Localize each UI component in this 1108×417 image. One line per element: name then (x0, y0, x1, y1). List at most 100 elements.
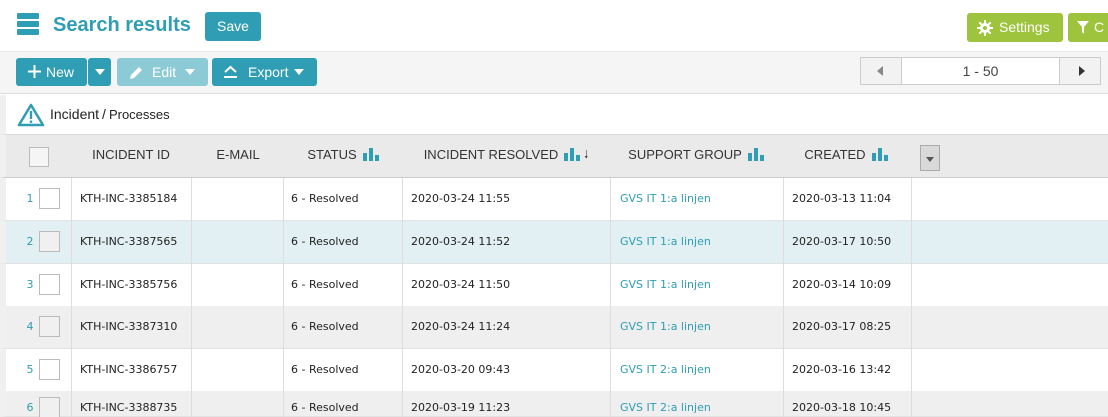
table-row[interactable]: 1 KTH-INC-3385184 6 - Resolved 2020-03-2… (0, 178, 1108, 221)
filter-button[interactable]: C (1068, 13, 1108, 42)
bar-chart-icon[interactable] (564, 148, 581, 162)
status-cell: 6 - Resolved (291, 278, 359, 291)
resolved-cell: 2020-03-24 11:50 (411, 278, 511, 291)
table-row[interactable]: 3 KTH-INC-3385756 6 - Resolved 2020-03-2… (0, 264, 1108, 307)
support-group-link[interactable]: GVS IT 1:a linjen (620, 264, 711, 306)
incident-id-cell[interactable]: KTH-INC-3388735 (80, 387, 177, 417)
next-page-button[interactable] (1059, 58, 1100, 84)
save-button[interactable]: Save (205, 12, 261, 41)
chevron-right-icon (1079, 66, 1085, 76)
column-header-created[interactable]: CREATED (782, 135, 910, 178)
status-cell: 6 - Resolved (291, 363, 359, 376)
status-cell: 6 - Resolved (291, 235, 359, 248)
new-dropdown-toggle[interactable] (88, 58, 111, 86)
sort-desc-icon: 🠓 (584, 148, 589, 161)
chevron-down-icon (294, 69, 304, 75)
row-checkbox[interactable] (39, 397, 60, 417)
column-divider (911, 178, 912, 417)
support-group-link[interactable]: GVS IT 1:a linjen (620, 306, 711, 348)
table-header: INCIDENT ID E-MAIL STATUS INCIDENT RESOL… (0, 135, 1108, 178)
column-header-incident-resolved[interactable]: INCIDENT RESOLVED 🠓 (402, 135, 610, 178)
resolved-cell: 2020-03-24 11:55 (411, 192, 511, 205)
breadcrumb-current: Processes (108, 107, 170, 122)
support-group-link[interactable]: GVS IT 1:a linjen (620, 221, 711, 263)
top-bar: Search results Save Settings C (0, 0, 1108, 52)
column-label: STATUS (307, 146, 357, 162)
incident-id-cell[interactable]: KTH-INC-3385184 (80, 178, 177, 220)
table-row[interactable]: 4 KTH-INC-3387310 6 - Resolved 2020-03-2… (0, 306, 1108, 349)
filter-label: C (1094, 19, 1105, 35)
table-row[interactable]: 2 KTH-INC-3387565 6 - Resolved 2020-03-2… (0, 221, 1108, 264)
export-label: Export (248, 64, 289, 80)
row-checkbox[interactable] (39, 231, 60, 252)
edit-label: Edit (152, 64, 177, 80)
column-divider (283, 178, 284, 417)
new-label: New (46, 64, 75, 80)
breadcrumb-root[interactable]: Incident (50, 106, 99, 122)
support-group-link[interactable]: GVS IT 2:a linjen (620, 349, 711, 391)
pagination: 1 - 50 (860, 57, 1101, 85)
settings-label: Settings (999, 19, 1050, 35)
row-number: 4 (26, 320, 34, 333)
page-title: Search results (53, 14, 191, 36)
bar-chart-icon[interactable] (871, 148, 888, 162)
column-chooser-button[interactable] (920, 145, 940, 171)
column-label: CREATED (804, 146, 866, 162)
export-button[interactable]: Export (212, 58, 317, 86)
row-checkbox[interactable] (39, 316, 60, 337)
status-cell: 6 - Resolved (291, 401, 359, 414)
column-header-status[interactable]: STATUS (284, 135, 402, 178)
row-number: 5 (26, 363, 34, 376)
warning-triangle-icon (17, 103, 45, 127)
created-cell: 2020-03-17 10:50 (792, 235, 892, 248)
incident-id-cell[interactable]: KTH-INC-3387310 (80, 306, 177, 348)
column-header-email[interactable]: E-MAIL (192, 135, 284, 178)
incident-id-cell[interactable]: KTH-INC-3386757 (80, 349, 177, 391)
hamburger-menu-icon[interactable] (17, 13, 39, 41)
select-all-checkbox[interactable] (29, 147, 49, 167)
settings-button[interactable]: Settings (967, 13, 1063, 42)
chevron-left-icon (877, 66, 883, 76)
column-label: INCIDENT RESOLVED (423, 146, 559, 162)
support-group-link[interactable]: GVS IT 2:a linjen (620, 387, 711, 417)
column-divider (71, 178, 72, 417)
breadcrumb: Incident / Processes (50, 106, 170, 122)
support-group-link[interactable]: GVS IT 1:a linjen (620, 178, 711, 220)
chevron-down-icon (926, 157, 934, 162)
gear-icon (977, 20, 993, 36)
row-checkbox[interactable] (39, 188, 60, 209)
table-row[interactable]: 6 KTH-INC-3388735 6 - Resolved 2020-03-1… (0, 391, 1108, 417)
edit-button[interactable]: Edit (117, 58, 208, 86)
column-header-support-group[interactable]: SUPPORT GROUP (610, 135, 782, 178)
created-cell: 2020-03-14 10:09 (792, 278, 892, 291)
column-divider (402, 178, 403, 417)
bar-chart-icon[interactable] (362, 148, 379, 162)
status-cell: 6 - Resolved (291, 320, 359, 333)
row-number: 6 (26, 401, 34, 414)
pencil-icon (130, 67, 142, 79)
breadcrumb-bar: Incident / Processes (0, 95, 1108, 135)
resolved-cell: 2020-03-19 11:23 (411, 401, 511, 414)
chevron-down-icon (185, 69, 195, 75)
created-cell: 2020-03-13 11:04 (792, 192, 892, 205)
previous-page-button[interactable] (861, 58, 902, 84)
breadcrumb-separator: / (102, 106, 106, 122)
bar-chart-icon[interactable] (747, 148, 764, 162)
row-checkbox[interactable] (39, 274, 60, 295)
column-label: INCIDENT ID (92, 146, 170, 162)
incident-id-cell[interactable]: KTH-INC-3387565 (80, 221, 177, 263)
funnel-icon (1077, 21, 1089, 34)
resolved-cell: 2020-03-20 09:43 (411, 363, 511, 376)
column-divider (610, 178, 611, 417)
created-cell: 2020-03-16 13:42 (792, 363, 892, 376)
created-cell: 2020-03-18 10:45 (792, 401, 892, 414)
resolved-cell: 2020-03-24 11:52 (411, 235, 511, 248)
row-number: 1 (26, 192, 34, 205)
column-header-incident-id[interactable]: INCIDENT ID (72, 135, 190, 178)
incident-id-cell[interactable]: KTH-INC-3385756 (80, 264, 177, 306)
created-cell: 2020-03-17 08:25 (792, 320, 892, 333)
row-checkbox[interactable] (39, 359, 60, 380)
table-row[interactable]: 5 KTH-INC-3386757 6 - Resolved 2020-03-2… (0, 349, 1108, 392)
new-button[interactable]: New (16, 58, 87, 86)
column-divider (191, 178, 192, 417)
